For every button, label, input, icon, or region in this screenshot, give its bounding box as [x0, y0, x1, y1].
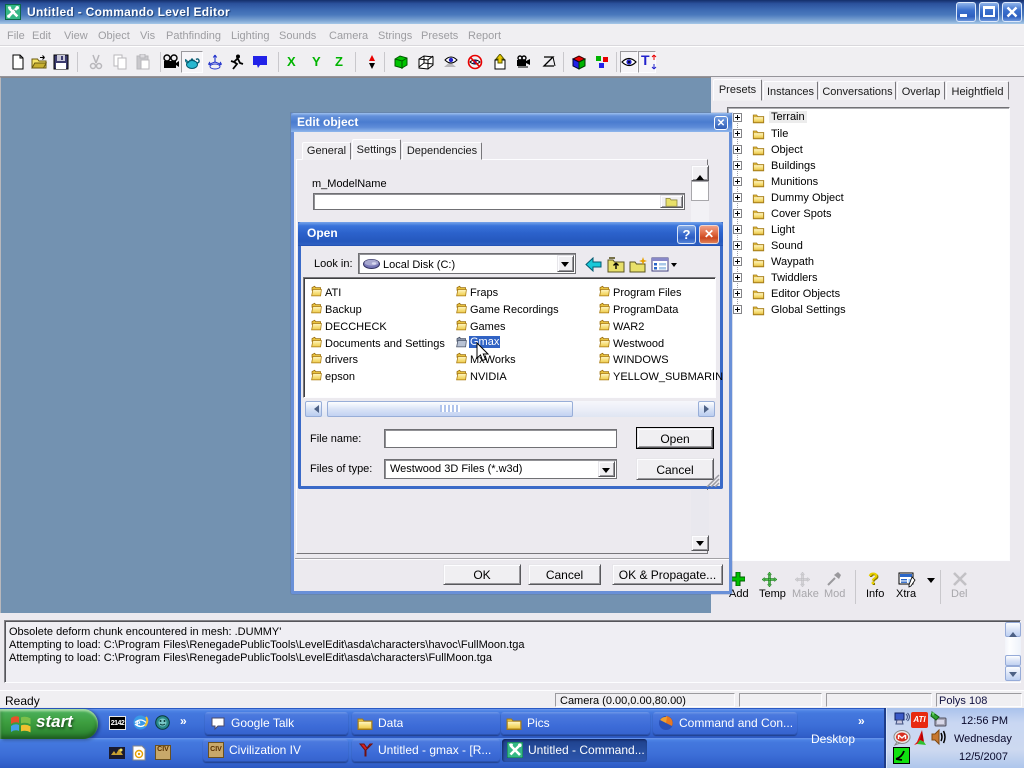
svg-text:e: e	[136, 718, 141, 729]
